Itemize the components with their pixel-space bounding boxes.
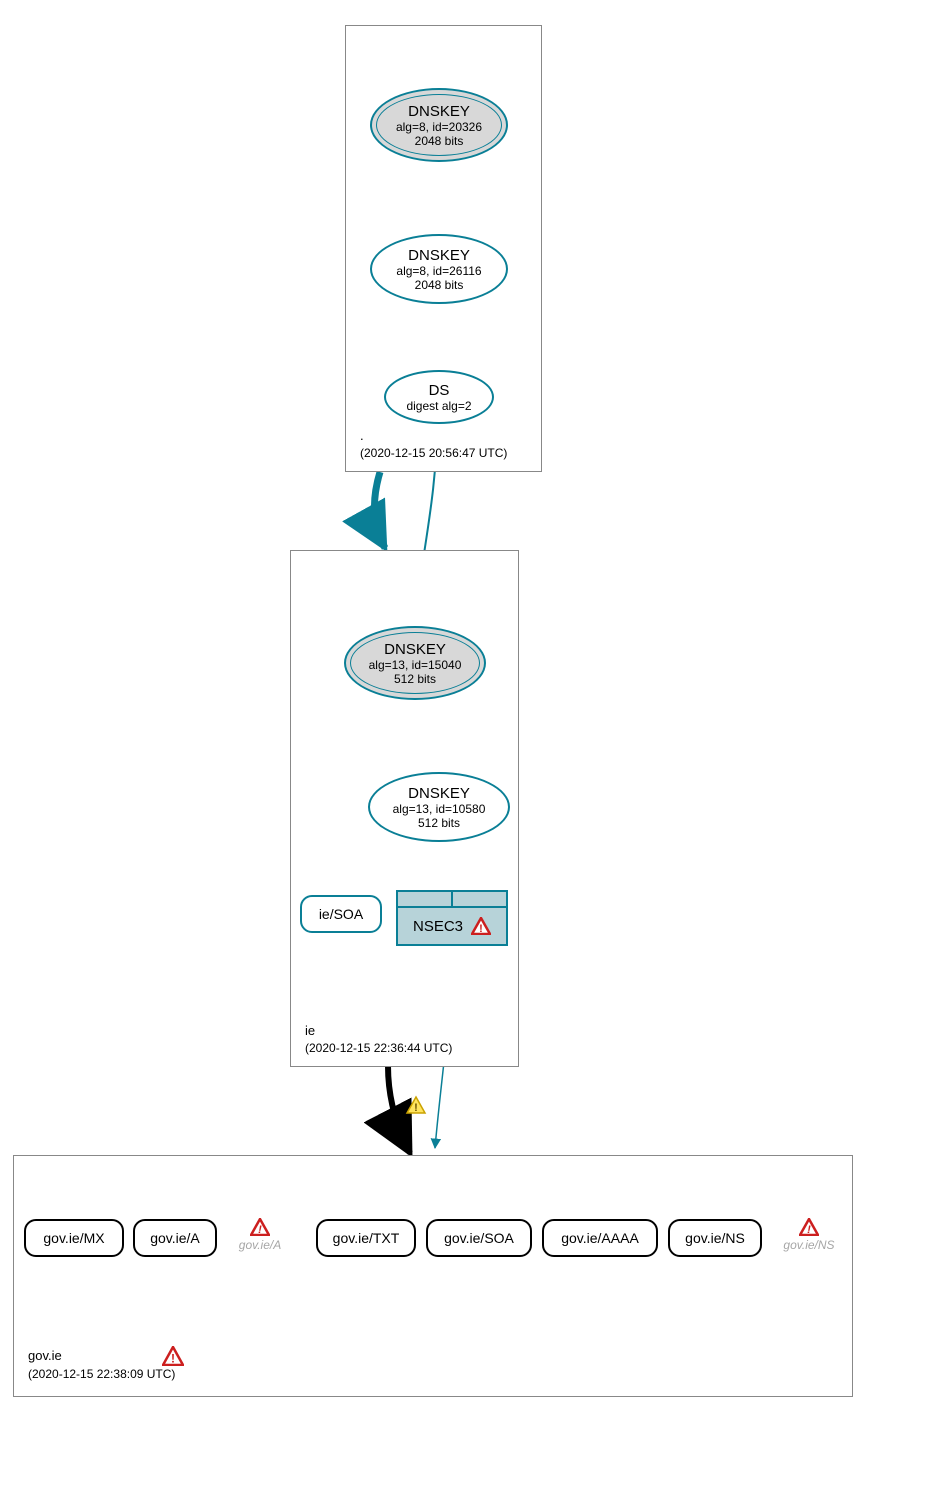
zone-gov: gov.ie ! (2020-12-15 22:38:09 UTC) [13,1155,853,1397]
node-nsec3[interactable]: NSEC3 ! [396,890,508,946]
node-gov-soa-label: gov.ie/SOA [444,1230,514,1246]
node-gov-ns-error-label: gov.ie/NS [783,1238,834,1252]
node-gov-a-error[interactable]: ! gov.ie/A [232,1218,288,1252]
node-ie-zsk-sub2: 512 bits [418,816,460,830]
node-gov-soa[interactable]: gov.ie/SOA [426,1219,532,1257]
error-icon: ! [250,1218,270,1236]
node-root-ds-title: DS [429,382,450,399]
zone-gov-name: gov.ie [28,1347,62,1365]
node-ie-zsk[interactable]: DNSKEY alg=13, id=10580 512 bits [368,772,510,842]
node-gov-txt-label: gov.ie/TXT [333,1230,400,1246]
node-gov-mx-label: gov.ie/MX [43,1230,104,1246]
node-gov-aaaa-label: gov.ie/AAAA [561,1230,639,1246]
svg-text:!: ! [171,1351,175,1365]
svg-text:!: ! [258,1224,262,1236]
error-icon: ! [799,1218,819,1236]
svg-text:!: ! [807,1224,811,1236]
zone-root-timestamp: (2020-12-15 20:56:47 UTC) [360,445,507,461]
zone-root-label: . (2020-12-15 20:56:47 UTC) [360,427,507,461]
svg-text:!: ! [414,1102,418,1114]
node-gov-mx[interactable]: gov.ie/MX [24,1219,124,1257]
node-root-ksk-title: DNSKEY [408,103,470,120]
node-gov-a-label: gov.ie/A [150,1230,200,1246]
zone-root-name: . [360,427,507,445]
node-root-ds[interactable]: DS digest alg=2 [384,370,494,424]
node-root-ds-sub1: digest alg=2 [406,399,471,413]
node-ie-ksk[interactable]: DNSKEY alg=13, id=15040 512 bits [344,626,486,700]
node-root-ksk[interactable]: DNSKEY alg=8, id=20326 2048 bits [370,88,508,162]
node-gov-ns-error[interactable]: ! gov.ie/NS [778,1218,840,1252]
node-gov-a[interactable]: gov.ie/A [133,1219,217,1257]
zone-ie-timestamp: (2020-12-15 22:36:44 UTC) [305,1040,452,1056]
node-root-zsk-sub2: 2048 bits [415,278,464,292]
error-icon: ! [471,917,491,935]
node-ie-ksk-title: DNSKEY [384,641,446,658]
node-ie-ksk-sub2: 512 bits [394,672,436,686]
error-icon: ! [162,1346,184,1366]
node-root-zsk-title: DNSKEY [408,247,470,264]
node-gov-ns-label: gov.ie/NS [685,1230,745,1246]
node-gov-aaaa[interactable]: gov.ie/AAAA [542,1219,658,1257]
svg-text:!: ! [479,923,483,935]
node-ie-zsk-sub1: alg=13, id=10580 [393,802,486,816]
zone-gov-timestamp: (2020-12-15 22:38:09 UTC) [28,1366,184,1382]
node-ie-soa[interactable]: ie/SOA [300,895,382,933]
node-ie-soa-label: ie/SOA [319,906,363,922]
node-gov-txt[interactable]: gov.ie/TXT [316,1219,416,1257]
node-ie-zsk-title: DNSKEY [408,785,470,802]
node-ie-ksk-sub1: alg=13, id=15040 [369,658,462,672]
zone-gov-label: gov.ie ! (2020-12-15 22:38:09 UTC) [28,1346,184,1382]
node-root-zsk[interactable]: DNSKEY alg=8, id=26116 2048 bits [370,234,508,304]
node-root-ksk-sub2: 2048 bits [415,134,464,148]
node-gov-ns[interactable]: gov.ie/NS [668,1219,762,1257]
node-gov-a-error-label: gov.ie/A [239,1238,281,1252]
zone-ie-name: ie [305,1022,452,1040]
node-nsec3-label: NSEC3 [413,918,463,935]
node-root-ksk-sub1: alg=8, id=20326 [396,120,482,134]
node-root-zsk-sub1: alg=8, id=26116 [396,264,481,278]
zone-ie-label: ie (2020-12-15 22:36:44 UTC) [305,1022,452,1056]
